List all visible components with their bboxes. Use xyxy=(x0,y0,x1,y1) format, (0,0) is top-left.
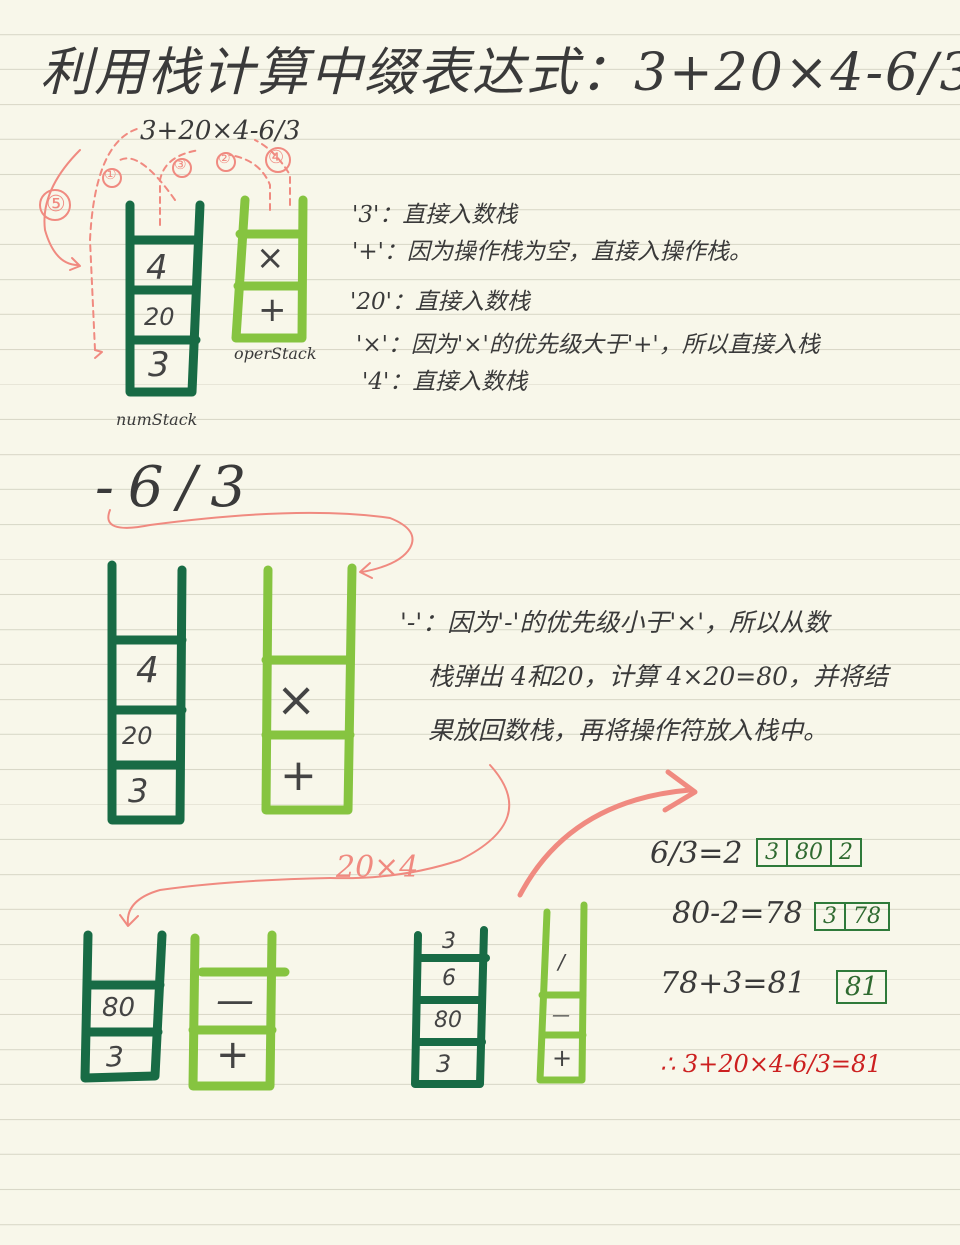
num4-cell-2: 80 xyxy=(434,1008,462,1033)
num1-cell-0: 4 xyxy=(146,248,168,288)
big-arrow xyxy=(517,769,698,898)
oper4-cell-0: / xyxy=(558,950,565,974)
num4-cell-0: 3 xyxy=(442,929,456,954)
result-box-1: 3 80 2 xyxy=(756,838,862,867)
result-box-3-cell: 81 xyxy=(845,972,879,1002)
num2-cell-0: 4 xyxy=(136,650,159,691)
oper2-cell-1: + xyxy=(280,750,317,801)
oper3-cell-0: — xyxy=(216,978,254,1022)
num1-cell-1: 20 xyxy=(144,303,175,331)
num-stack-label: numStack xyxy=(116,410,198,429)
calc-2: 80-2=78 xyxy=(672,896,803,931)
num3-cell-1: 3 xyxy=(106,1040,124,1073)
result-box-2-cell: 78 xyxy=(853,904,881,929)
num2-cell-1: 20 xyxy=(122,722,153,750)
oper4-cell-1: — xyxy=(552,1005,570,1026)
oper2-cell-0: × xyxy=(276,672,317,728)
note-1: '3'：直接入数栈 xyxy=(352,202,518,228)
oper-stack-label: operStack xyxy=(234,344,317,363)
note-4: '×'：因为'×'的优先级大于'+'，所以直接入栈 xyxy=(356,332,820,358)
result-box-1-cell: 2 xyxy=(839,840,853,865)
oper3-cell-1: + xyxy=(216,1032,250,1078)
num1-cell-2: 3 xyxy=(148,345,170,385)
note-2: '+'：因为操作栈为空，直接入操作栈。 xyxy=(352,239,752,265)
step-circles xyxy=(39,147,291,221)
oper1-cell-0: × xyxy=(256,238,285,278)
num4-cell-3: 3 xyxy=(436,1050,452,1078)
oper1-cell-1: + xyxy=(258,290,287,330)
step-3: ③ xyxy=(174,157,187,173)
minus-note-3: 果放回数栈，再将操作符放入栈中。 xyxy=(428,716,829,745)
result-box-1-cell: 3 xyxy=(758,840,788,865)
page: { "title": "利用栈计算中缀表达式：3+20×4-6/3", "exp… xyxy=(0,0,960,1245)
oper4-cell-2: + xyxy=(552,1044,573,1072)
minus-note-1: '-'：因为'-'的优先级小于'×'，所以从数 xyxy=(400,608,830,637)
num2-cell-2: 3 xyxy=(128,772,149,810)
big-expression: -6/3 xyxy=(95,455,261,520)
note-5: '4'：直接入数栈 xyxy=(362,369,528,395)
num4-cell-1: 6 xyxy=(442,966,456,991)
conclusion: ∴ 3+20×4-6/3=81 xyxy=(660,1050,882,1078)
step-1: ① xyxy=(104,167,117,183)
minus-note-2: 栈弹出 4和20，计算 4×20=80，并将结 xyxy=(428,662,889,691)
step-4: ④ xyxy=(268,147,285,168)
step-5: ⑤ xyxy=(46,192,66,217)
result-box-3: 81 xyxy=(836,970,888,1004)
curve-arrow-2 xyxy=(107,509,414,579)
step-2: ② xyxy=(218,151,231,167)
calc-1: 6/3=2 xyxy=(650,836,743,871)
num3-cell-0: 80 xyxy=(102,993,136,1023)
calc-3: 78+3=81 xyxy=(660,966,806,1001)
note-3: '20'：直接入数栈 xyxy=(350,289,530,315)
arrow-label: 20×4 xyxy=(336,850,419,885)
result-box-1-cell: 80 xyxy=(788,840,832,865)
result-box-2: 3 78 xyxy=(814,902,890,931)
result-box-2-cell: 3 xyxy=(816,904,846,929)
